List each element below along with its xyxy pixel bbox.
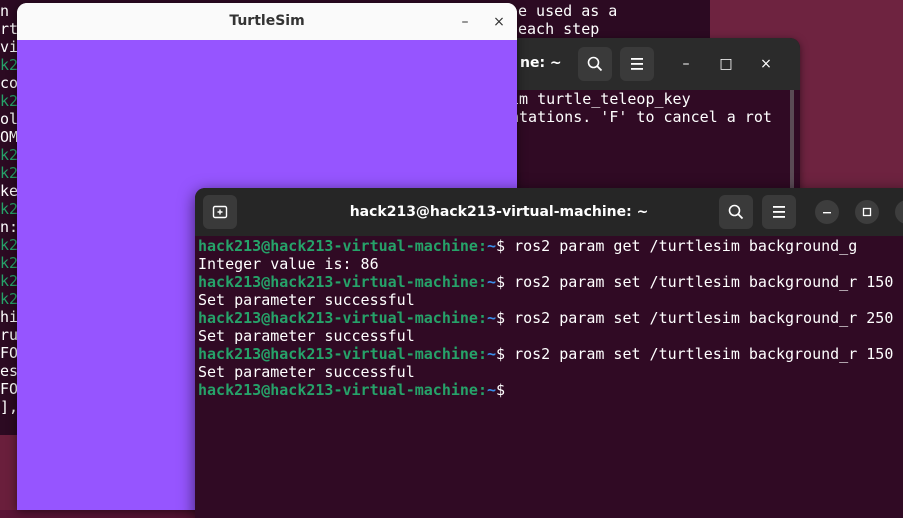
teleop-close-button[interactable]: × [754,52,778,76]
front-terminal-window[interactable]: hack213@hack213-virtual-machine: ~ hack2… [195,188,903,518]
terminal-output-line: Set parameter successful [198,291,415,309]
teleop-terminal-header[interactable]: ne: ~ – □ × [500,38,800,90]
prompt-path: ~ [486,309,497,327]
terminal-command-line: hack213@hack213-virtual-machine:~$ ros2 … [198,345,903,363]
menu-icon [773,206,785,218]
search-icon [728,204,744,220]
teleop-line: im turtle_teleop_key [510,90,691,108]
teleop-terminal-title: ne: ~ [520,55,562,71]
front-close-button[interactable] [895,200,903,224]
prompt-user: hack213@hack213-virtual-machine: [198,381,487,399]
front-terminal-title: hack213@hack213-virtual-machine: ~ [349,204,649,220]
command-text: $ ros2 param set /turtlesim background_r… [496,273,894,291]
front-menu-button[interactable] [762,195,796,229]
terminal-output-line: Set parameter successful [198,327,415,345]
minimize-icon [823,212,831,214]
terminal-output-line: Integer value is: 86 [198,255,379,273]
teleop-menu-button[interactable] [620,47,654,81]
maximize-icon [862,207,872,217]
prompt-path: ~ [486,237,497,255]
prompt-user: hack213@hack213-virtual-machine: [198,273,487,291]
terminal-command-line: hack213@hack213-virtual-machine:~$ ros2 … [198,237,903,255]
prompt-path: ~ [486,273,497,291]
terminal-command-line: hack213@hack213-virtual-machine:~$ ros2 … [198,273,903,291]
command-text: $ [496,381,515,399]
prompt-user: hack213@hack213-virtual-machine: [198,345,487,363]
prompt-path: ~ [486,345,497,363]
bg-terminal-line-right: each step [518,20,600,38]
teleop-scrollbar[interactable] [790,90,794,198]
bg-terminal-line-right: e used as a [518,2,618,20]
front-terminal-header[interactable]: hack213@hack213-virtual-machine: ~ [195,188,903,236]
teleop-minimize-button[interactable]: – [674,52,698,76]
front-search-button[interactable] [719,195,753,229]
turtlesim-close-button[interactable]: × [487,10,511,34]
prompt-path: ~ [486,381,497,399]
front-minimize-button[interactable] [815,200,839,224]
terminal-command-line: hack213@hack213-virtual-machine:~$ [198,381,903,399]
prompt-user: hack213@hack213-virtual-machine: [198,237,487,255]
teleop-maximize-button[interactable]: □ [714,52,738,76]
search-icon [587,56,603,72]
terminal-command-line: hack213@hack213-virtual-machine:~$ ros2 … [198,309,903,327]
turtlesim-title: TurtleSim [229,13,305,29]
teleop-search-button[interactable] [578,47,612,81]
teleop-line: ntations. 'F' to cancel a rot [510,108,772,126]
command-text: $ ros2 param set /turtlesim background_r… [496,309,894,327]
teleop-terminal-window[interactable]: ne: ~ – □ × im turtle_teleop_key ntation… [500,38,800,198]
terminal-output-line: Set parameter successful [198,363,415,381]
command-text: $ ros2 param get /turtlesim background_g [496,237,858,255]
turtlesim-minimize-button[interactable]: – [453,10,477,34]
turtlesim-titlebar[interactable]: TurtleSim – × [17,3,517,41]
front-terminal-output[interactable]: hack213@hack213-virtual-machine:~$ ros2 … [198,237,903,518]
front-maximize-button[interactable] [855,200,879,224]
prompt-user: hack213@hack213-virtual-machine: [198,309,487,327]
command-text: $ ros2 param set /turtlesim background_r… [496,345,894,363]
menu-icon [631,58,643,70]
teleop-terminal-output[interactable]: im turtle_teleop_key ntations. 'F' to ca… [510,90,800,198]
